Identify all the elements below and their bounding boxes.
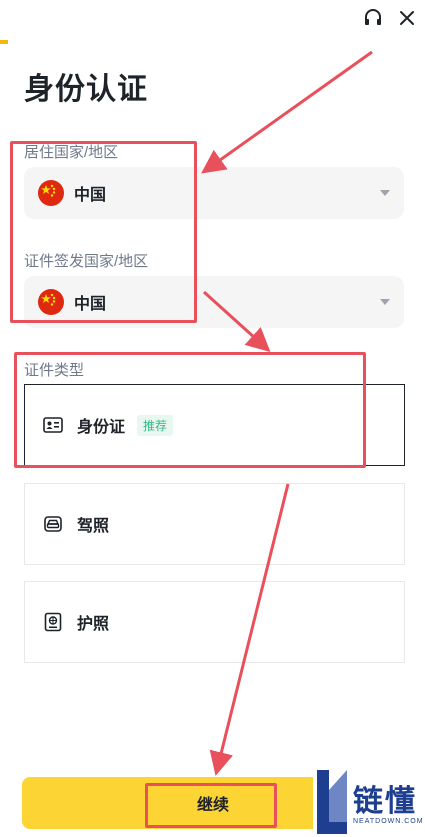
headset-icon[interactable] [362,7,384,29]
chevron-down-icon [380,190,390,196]
continue-label: 继续 [196,797,229,814]
issuing-value: 中国 [74,296,107,313]
chevron-down-icon [380,299,390,305]
passport-icon [43,612,63,632]
watermark-l-icon [317,770,347,834]
drivers-license-label: 驾照 [77,518,110,535]
annotation-arrow-1 [201,50,373,174]
id-type-option-drivers-license[interactable]: 驾照 [24,483,405,565]
issuing-select[interactable]: 中国 [24,276,404,328]
id-card-label: 身份证 [77,419,126,436]
car-icon [43,514,63,534]
residence-select[interactable]: 中国 [24,167,404,219]
id-type-option-passport[interactable]: 护照 [24,581,405,663]
close-icon[interactable] [396,7,418,29]
passport-label: 护照 [77,616,110,633]
watermark-text: 链懂 [353,785,417,818]
id-type-label: 证件类型 [24,362,85,379]
issuing-label: 证件签发国家/地区 [24,253,149,270]
id-card-icon [43,415,63,435]
page-title: 身份认证 [24,73,148,106]
recommended-badge: 推荐 [137,414,174,436]
residence-value: 中国 [74,187,107,204]
watermark-subtext: NEATDOWN.COM [353,818,424,825]
id-type-option-id-card[interactable]: 身份证 推荐 [24,384,405,466]
residence-label: 居住国家/地区 [24,144,119,161]
watermark-logo: 链懂 NEATDOWN.COM [313,766,425,837]
china-flag-icon [38,180,64,206]
china-flag-icon [38,289,64,315]
top-accent-bar [0,40,8,44]
